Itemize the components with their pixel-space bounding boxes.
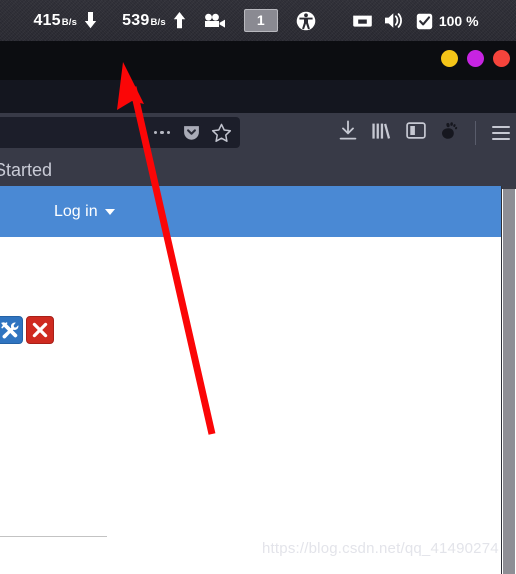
- web-page-content: Log in https://blog.csdn.net/qq_41490274: [0, 186, 516, 574]
- browser-tab-strip[interactable]: [0, 80, 516, 114]
- accessibility-icon[interactable]: [296, 11, 316, 31]
- arrow-up-icon: [173, 12, 186, 29]
- hamburger-menu-icon[interactable]: [492, 126, 510, 140]
- toolbar-divider: [475, 121, 476, 145]
- maximize-button[interactable]: [467, 50, 484, 67]
- close-button[interactable]: [26, 316, 54, 344]
- arrow-down-icon: [84, 12, 97, 29]
- close-window-button[interactable]: [493, 50, 510, 67]
- login-label: Log in: [54, 202, 98, 220]
- horizontal-divider: [0, 536, 107, 537]
- window-controls: [441, 50, 510, 67]
- library-books-icon[interactable]: [371, 121, 393, 146]
- url-address-bar[interactable]: [0, 117, 240, 148]
- system-top-panel: 415 B/s 539 B/s 1 100 %: [0, 0, 516, 41]
- site-navigation-bar: Log in: [0, 186, 516, 237]
- star-outline-icon[interactable]: [211, 123, 232, 143]
- pocket-icon[interactable]: [182, 123, 201, 142]
- download-speed-value: 415 B/s: [33, 11, 78, 29]
- download-arrow-icon[interactable]: [338, 120, 358, 146]
- battery-charged-icon[interactable]: [416, 12, 433, 30]
- volume-speaker-icon[interactable]: [384, 12, 405, 29]
- bookmarks-toolbar: Started: [0, 153, 516, 186]
- browser-navigation-toolbar: [0, 113, 516, 153]
- chevron-down-icon: [104, 208, 115, 215]
- minimize-button[interactable]: [441, 50, 458, 67]
- tools-button[interactable]: [0, 316, 23, 344]
- screenshot-root: 415 B/s 539 B/s 1 100 % Started Log in h…: [0, 0, 516, 574]
- toolbar-right-icons: [338, 113, 510, 153]
- window-titlebar: [0, 41, 516, 80]
- battery-percent-label: 100 %: [438, 12, 479, 29]
- watermark-url: https://blog.csdn.net/qq_41490274: [262, 540, 499, 557]
- upload-speed-value: 539 B/s: [122, 11, 166, 29]
- wired-network-icon[interactable]: [352, 13, 373, 29]
- cross-x-icon: [32, 322, 48, 338]
- video-camera-icon[interactable]: [204, 13, 226, 28]
- action-button-group: [0, 316, 54, 344]
- scrollbar-top-corner: [502, 186, 516, 189]
- wrench-screwdriver-icon: [0, 321, 18, 338]
- login-dropdown-button[interactable]: Log in: [54, 202, 115, 220]
- bookmark-item-getting-started[interactable]: Started: [0, 161, 52, 179]
- ellipsis-icon[interactable]: [152, 130, 173, 135]
- page-scrollbar-track[interactable]: [501, 186, 516, 574]
- gnome-foot-icon[interactable]: [439, 121, 459, 146]
- network-speed-indicator[interactable]: 415 B/s 539 B/s: [33, 11, 186, 29]
- page-scrollbar-thumb[interactable]: [503, 186, 515, 574]
- workspace-indicator[interactable]: 1: [243, 9, 278, 32]
- sidebar-panel-icon[interactable]: [406, 121, 426, 145]
